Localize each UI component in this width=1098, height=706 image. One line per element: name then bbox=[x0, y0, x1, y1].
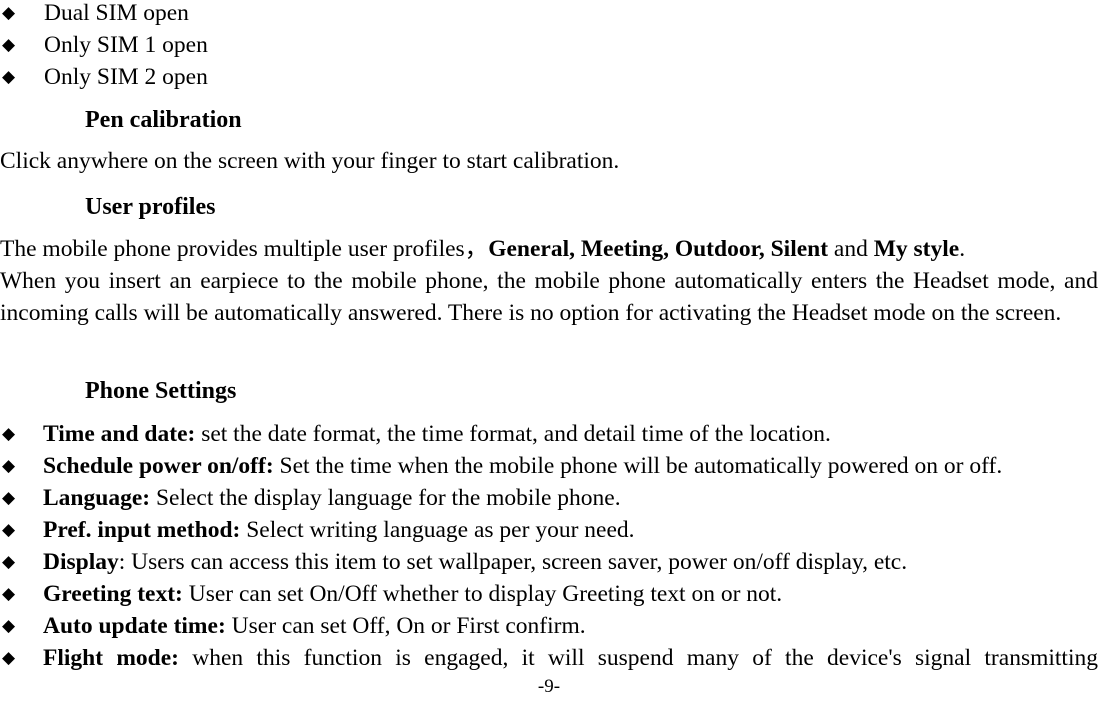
setting-term: Schedule power on/off: bbox=[43, 453, 274, 479]
user-profiles-body-block: The mobile phone provides multiple user … bbox=[0, 233, 1098, 329]
diamond-bullet-icon: ◆ bbox=[2, 648, 16, 668]
diamond-bullet-icon: ◆ bbox=[2, 584, 16, 604]
sim-option-label: Only SIM 2 open bbox=[44, 64, 208, 90]
setting-entry: Schedule power on/off: Set the time when… bbox=[43, 453, 1002, 479]
setting-term: Display bbox=[43, 549, 119, 575]
diamond-bullet-icon: ◆ bbox=[2, 67, 16, 87]
setting-description: User can set Off, On or First confirm. bbox=[225, 613, 586, 639]
sim-options-list: ◆ Dual SIM open ◆ Only SIM 1 open ◆ Only… bbox=[0, 0, 1098, 93]
setting-term: Greeting text: bbox=[43, 581, 183, 607]
user-profiles-headset-paragraph: When you insert an earpiece to the mobil… bbox=[0, 268, 1098, 326]
diamond-bullet-icon: ◆ bbox=[2, 3, 16, 23]
diamond-bullet-icon: ◆ bbox=[2, 616, 16, 636]
setting-description: set the date format, the time format, an… bbox=[195, 421, 831, 447]
diamond-bullet-icon: ◆ bbox=[2, 520, 16, 540]
page-number: -9- bbox=[537, 676, 561, 697]
setting-description: Set the time when the mobile phone will … bbox=[273, 453, 1003, 479]
setting-term: Auto update time: bbox=[43, 613, 226, 639]
section-heading-pen-calibration: Pen calibration bbox=[85, 107, 242, 133]
pen-calibration-body-block: Click anywhere on the screen with your f… bbox=[0, 145, 1098, 177]
list-item: ◆ Pref. input method: Select writing lan… bbox=[0, 514, 1098, 546]
diamond-bullet-icon: ◆ bbox=[2, 456, 16, 476]
setting-description: when this function is engaged, it will s… bbox=[178, 645, 1098, 671]
user-profiles-profile-names: General, Meeting, Outdoor, Silent bbox=[488, 236, 829, 262]
list-item: ◆ Schedule power on/off: Set the time wh… bbox=[0, 450, 1098, 482]
user-profiles-conjunction: and bbox=[828, 236, 874, 262]
list-item: ◆ Auto update time: User can set Off, On… bbox=[0, 610, 1098, 642]
setting-description: Select the display language for the mobi… bbox=[150, 485, 621, 511]
user-profiles-period: . bbox=[959, 236, 966, 262]
list-item: ◆ Only SIM 2 open bbox=[0, 61, 1098, 93]
list-item: ◆ Only SIM 1 open bbox=[0, 29, 1098, 61]
setting-term: Time and date: bbox=[43, 421, 196, 447]
diamond-bullet-icon: ◆ bbox=[2, 424, 16, 444]
pen-calibration-body-text: Click anywhere on the screen with your f… bbox=[0, 148, 620, 174]
setting-entry: Auto update time: User can set Off, On o… bbox=[43, 613, 586, 639]
sim-option-label: Dual SIM open bbox=[44, 0, 189, 26]
list-item: ◆ Display: Users can access this item to… bbox=[0, 546, 1098, 578]
list-item: ◆ Dual SIM open bbox=[0, 0, 1098, 29]
setting-entry: Pref. input method: Select writing langu… bbox=[43, 517, 635, 543]
setting-term: Language: bbox=[43, 485, 151, 511]
page-footer: -9- bbox=[0, 676, 1098, 698]
setting-entry: Flight mode: when this function is engag… bbox=[43, 645, 1098, 671]
list-item: ◆ Greeting text: User can set On/Off whe… bbox=[0, 578, 1098, 610]
section-heading-user-profiles: User profiles bbox=[85, 194, 216, 220]
user-profiles-my-style: My style bbox=[873, 236, 960, 262]
setting-entry: Language: Select the display language fo… bbox=[43, 485, 621, 511]
sim-options-block: ◆ Dual SIM open ◆ Only SIM 1 open ◆ Only… bbox=[0, 0, 1098, 93]
setting-description: : Users can access this item to set wall… bbox=[118, 549, 908, 575]
section-heading-phone-settings: Phone Settings bbox=[85, 378, 237, 404]
pen-calibration-heading-block: Pen calibration bbox=[0, 105, 1098, 135]
manual-page: ◆ Dual SIM open ◆ Only SIM 1 open ◆ Only… bbox=[0, 0, 1098, 700]
phone-settings-list-block: ◆ Time and date: set the date format, th… bbox=[0, 418, 1098, 706]
sim-option-label: Only SIM 1 open bbox=[44, 32, 208, 58]
phone-settings-list: ◆ Time and date: set the date format, th… bbox=[0, 418, 1098, 706]
user-profiles-intro-line: The mobile phone provides multiple user … bbox=[0, 233, 1098, 265]
phone-settings-heading-block: Phone Settings bbox=[0, 376, 1098, 406]
list-item: ◆ Language: Select the display language … bbox=[0, 482, 1098, 514]
setting-description: Select writing language as per your need… bbox=[240, 517, 635, 543]
diamond-bullet-icon: ◆ bbox=[2, 488, 16, 508]
setting-term: Pref. input method: bbox=[43, 517, 241, 543]
setting-term: Flight mode: bbox=[43, 645, 179, 671]
diamond-bullet-icon: ◆ bbox=[2, 552, 16, 572]
setting-entry: Display: Users can access this item to s… bbox=[43, 549, 907, 575]
setting-entry: Greeting text: User can set On/Off wheth… bbox=[43, 581, 782, 607]
diamond-bullet-icon: ◆ bbox=[2, 35, 16, 55]
setting-description: User can set On/Off whether to display G… bbox=[182, 581, 783, 607]
user-profiles-intro-prefix: The mobile phone provides multiple user … bbox=[0, 236, 489, 262]
user-profiles-heading-block: User profiles bbox=[0, 192, 1098, 222]
setting-entry: Time and date: set the date format, the … bbox=[43, 421, 831, 447]
list-item: ◆ Time and date: set the date format, th… bbox=[0, 418, 1098, 450]
